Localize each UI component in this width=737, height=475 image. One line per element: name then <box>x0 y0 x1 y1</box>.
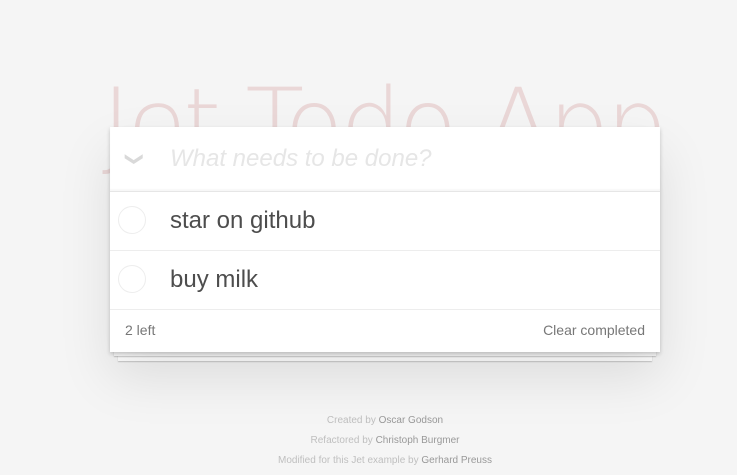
todo-footer: 2 left Clear completed <box>110 310 660 350</box>
todo-app: ❯ star on github buy milk 2 left Clear c… <box>110 127 660 352</box>
info-created: Created by Oscar Godson <box>0 411 737 431</box>
new-todo-input[interactable] <box>170 141 640 177</box>
todo-item: star on github <box>110 192 660 251</box>
todo-count: 2 left <box>125 322 156 338</box>
info-refactored-prefix: Refactored by <box>310 435 373 446</box>
info-modified-prefix: Modified for this Jet example by <box>278 455 419 466</box>
info-modified: Modified for this Jet example by Gerhard… <box>0 451 737 471</box>
todo-toggle-checkbox[interactable] <box>118 265 146 293</box>
author-link-oscar[interactable]: Oscar Godson <box>379 415 443 426</box>
author-link-gerhard[interactable]: Gerhard Preuss <box>421 455 492 466</box>
todo-label[interactable]: star on github <box>170 207 315 235</box>
todo-item: buy milk <box>110 251 660 310</box>
todo-toggle-checkbox[interactable] <box>118 206 146 234</box>
info-footer: Created by Oscar Godson Refactored by Ch… <box>0 411 737 471</box>
chevron-down-icon[interactable]: ❯ <box>123 147 147 171</box>
clear-completed-button[interactable]: Clear completed <box>543 322 645 338</box>
author-link-christoph[interactable]: Christoph Burgmer <box>376 435 460 446</box>
new-todo-header: ❯ <box>110 127 660 192</box>
info-created-prefix: Created by <box>326 415 376 426</box>
todo-label[interactable]: buy milk <box>170 266 258 294</box>
info-refactored: Refactored by Christoph Burgmer <box>0 431 737 451</box>
